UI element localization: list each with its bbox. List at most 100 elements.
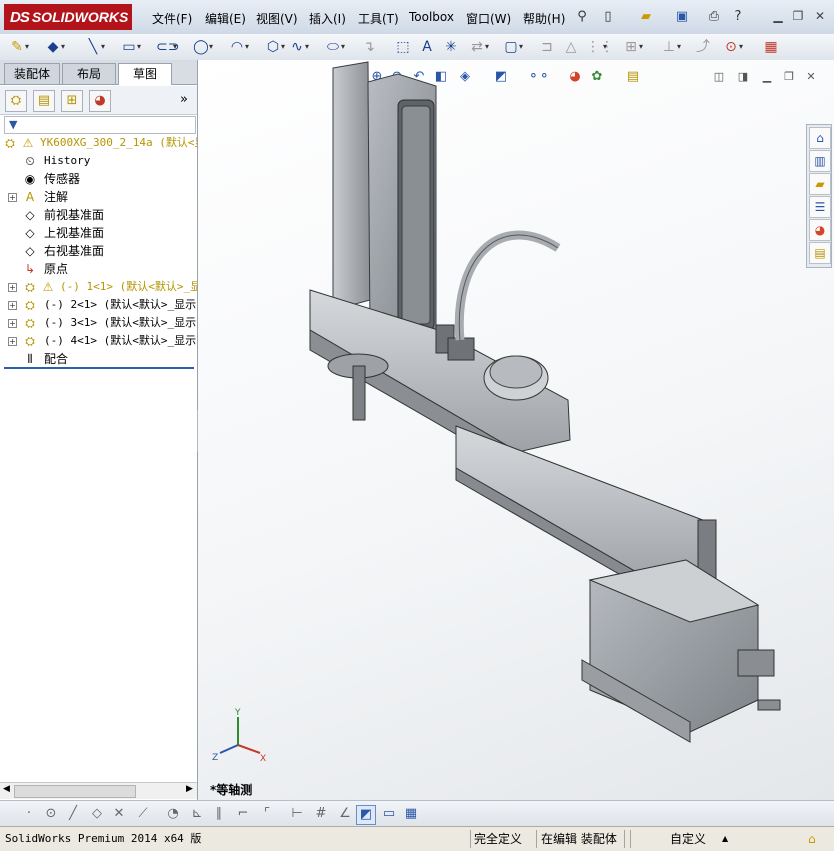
close-icon[interactable]: ✕ — [812, 9, 828, 23]
perpendicular-snap-icon[interactable]: ⊾ — [188, 805, 206, 823]
scroll-right-icon[interactable]: ▶ — [186, 784, 193, 794]
graphics-viewport[interactable]: ⊕ ⊙ ↶ ◧ ◈ ◩ ⚬⚬ ◕ ✿ ▤ ◫ ◨ ▁ ❐ ✕ — [198, 60, 834, 800]
property-manager-icon[interactable]: ▤ — [33, 90, 55, 112]
tree-item-sensors[interactable]: ◉ 传感器 — [0, 170, 197, 188]
nearest-snap-icon[interactable]: ⟋ — [134, 805, 152, 823]
trim-icon[interactable]: ⇄ — [468, 38, 489, 56]
spline-icon[interactable]: ∿ — [288, 38, 309, 56]
custom-properties-icon[interactable]: ▤ — [809, 242, 831, 264]
open-folder-icon[interactable]: ▰ — [638, 9, 654, 25]
text-icon[interactable]: A — [418, 38, 436, 56]
horizontal-scrollbar[interactable]: ◀ ▶ — [0, 782, 197, 799]
tab-assembly[interactable]: 装配体 — [4, 63, 60, 84]
fillet-icon[interactable]: ↴ — [360, 38, 378, 56]
angle-icon[interactable]: ∠ — [336, 805, 354, 823]
tree-item-right-plane[interactable]: ◇ 右视基准面 — [0, 242, 197, 260]
file-explorer-icon[interactable]: ▰ — [809, 173, 831, 195]
tab-sketch[interactable]: 草图 — [118, 63, 172, 85]
restore-icon[interactable]: ❐ — [790, 9, 806, 23]
tree-item-component-3[interactable]: + ⛭ (-) 3<1> (默认<默认>_显示 — [0, 314, 197, 332]
tree-item-component-1[interactable]: + ⛭ ⚠ (-) 1<1> (默认<默认>_显 — [0, 278, 197, 296]
horizontal-snap-icon[interactable]: ⌐ — [234, 805, 252, 823]
pattern-icon[interactable]: ⋮⋮ — [586, 38, 614, 56]
tree-item-annotations[interactable]: + A 注解 — [0, 188, 197, 206]
repair-icon[interactable]: ⤴ — [694, 38, 712, 56]
shaded-view-icon[interactable]: ◩ — [356, 805, 376, 825]
polygon-icon[interactable]: ⬡ — [264, 38, 285, 56]
expand-icon[interactable]: + — [8, 301, 17, 310]
center-snap-icon[interactable]: ⊙ — [42, 805, 60, 823]
sketch-icon[interactable]: ✎ — [8, 38, 29, 56]
move-entities-icon[interactable]: ⊞ — [622, 38, 643, 56]
new-document-icon[interactable]: ▯ — [600, 9, 616, 25]
help-icon[interactable]: ? — [730, 9, 746, 25]
pin-icon[interactable]: ⚲ — [574, 9, 590, 25]
tree-item-component-2[interactable]: + ⛭ (-) 2<1> (默认<默认>_显示 — [0, 296, 197, 314]
appearances-icon[interactable]: ◕ — [809, 219, 831, 241]
save-icon[interactable]: ▣ — [674, 9, 690, 25]
parallel-snap-icon[interactable]: ∥ — [210, 805, 228, 823]
scroll-left-icon[interactable]: ◀ — [3, 784, 10, 794]
quadrant-snap-icon[interactable]: ◇ — [88, 805, 106, 823]
rollback-bar[interactable] — [4, 367, 194, 369]
circle-icon[interactable]: ◯ — [192, 38, 213, 56]
expand-icon[interactable]: + — [8, 337, 17, 346]
solidworks-logo[interactable]: DS SOLIDWORKS — [4, 4, 132, 30]
slot-icon[interactable]: ⊂⊃ — [156, 38, 179, 56]
point-snap-icon[interactable]: · — [20, 805, 38, 823]
four-view-icon[interactable]: ▦ — [402, 805, 420, 823]
measure-icon[interactable]: ⊢ — [288, 805, 306, 823]
menu-edit[interactable]: 编辑(E) — [205, 10, 246, 27]
menu-window[interactable]: 窗口(W) — [466, 10, 511, 27]
menu-tools[interactable]: 工具(T) — [358, 10, 399, 27]
tag-icon[interactable]: ⌂ — [808, 831, 816, 847]
tangent-snap-icon[interactable]: ◔ — [164, 805, 182, 823]
status-units[interactable]: 自定义 — [670, 831, 706, 847]
line-snap-icon[interactable]: ╱ — [64, 805, 82, 823]
menu-view[interactable]: 视图(V) — [256, 10, 298, 27]
mirror-icon[interactable]: △ — [562, 38, 580, 56]
more-tabs-icon[interactable]: » — [180, 92, 188, 107]
smart-dimension-icon[interactable]: ◆ — [44, 38, 65, 56]
print-icon[interactable]: ⎙ — [706, 9, 722, 25]
menu-toolbox[interactable]: Toolbox — [409, 10, 454, 24]
menu-insert[interactable]: 插入(I) — [309, 10, 346, 27]
rapid-sketch-icon[interactable]: ▦ — [762, 38, 780, 56]
minimize-icon[interactable]: ▁ — [770, 9, 786, 23]
grid-icon[interactable]: # — [312, 805, 330, 823]
menu-file[interactable]: 文件(F) — [152, 10, 192, 27]
tree-root[interactable]: ⛭ ⚠ YK600XG_300_2_14a (默认<显 — [0, 134, 197, 152]
intersection-snap-icon[interactable]: ✕ — [110, 805, 128, 823]
robot-model[interactable] — [198, 60, 834, 800]
expand-icon[interactable]: + — [8, 193, 17, 202]
offset-icon[interactable]: ⊐ — [538, 38, 556, 56]
tree-item-origin[interactable]: ↳ 原点 — [0, 260, 197, 278]
rectangle-icon[interactable]: ▭ — [120, 38, 141, 56]
home-icon[interactable]: ⌂ — [809, 127, 831, 149]
view-palette-icon[interactable]: ☰ — [809, 196, 831, 218]
tree-item-mates[interactable]: ⫴ 配合 — [0, 350, 197, 368]
scroll-thumb[interactable] — [14, 785, 136, 798]
relations-icon[interactable]: ⊥ — [660, 38, 681, 56]
tree-item-top-plane[interactable]: ◇ 上视基准面 — [0, 224, 197, 242]
tree-filter[interactable]: ▼ — [4, 116, 196, 134]
single-view-icon[interactable]: ▭ — [380, 805, 398, 823]
feature-manager-icon[interactable]: ⛭ — [5, 90, 27, 112]
expand-icon[interactable]: + — [8, 319, 17, 328]
tree-item-front-plane[interactable]: ◇ 前视基准面 — [0, 206, 197, 224]
angle-snap-icon[interactable]: ⌜ — [258, 805, 276, 823]
convert-entities-icon[interactable]: ▢ — [502, 38, 523, 56]
display-manager-icon[interactable]: ◕ — [89, 90, 111, 112]
filter-icon[interactable]: ▼ — [9, 118, 17, 131]
ellipse-icon[interactable]: ⬭ — [324, 38, 345, 56]
tree-item-history[interactable]: ⏲ History — [0, 152, 197, 170]
tree-item-component-4[interactable]: + ⛭ (-) 4<1> (默认<默认>_显示 — [0, 332, 197, 350]
design-library-icon[interactable]: ▥ — [809, 150, 831, 172]
point-icon[interactable]: ✳ — [442, 38, 460, 56]
units-menu-arrow-icon[interactable]: ▲ — [722, 831, 728, 847]
menu-help[interactable]: 帮助(H) — [523, 10, 565, 27]
quick-snaps-icon[interactable]: ⊙ — [722, 38, 743, 56]
tab-layout[interactable]: 布局 — [62, 63, 116, 84]
plane-icon[interactable]: ⬚ — [394, 38, 412, 56]
expand-icon[interactable]: + — [8, 283, 17, 292]
